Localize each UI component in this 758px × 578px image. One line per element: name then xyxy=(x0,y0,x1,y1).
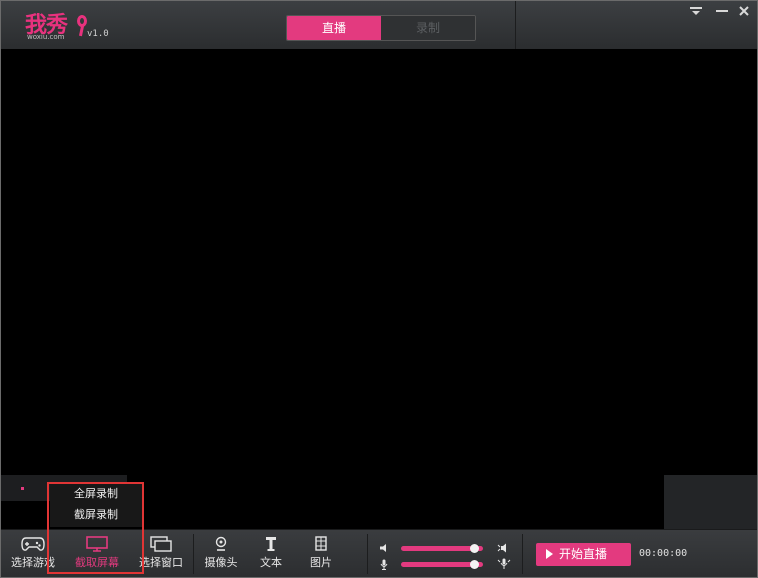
version-label: v1.0 xyxy=(87,29,109,39)
mic-volume-knob[interactable] xyxy=(470,560,479,569)
title-bar[interactable]: 我秀 woxiu.com v1.0 直播 录制 xyxy=(1,1,757,49)
speaker-icon xyxy=(380,544,386,552)
text-icon xyxy=(266,537,276,551)
title-divider xyxy=(515,1,516,49)
camera-button[interactable]: 摄像头 xyxy=(197,536,245,576)
bottom-toolbar: 选择游戏 截取屏幕 选择窗口 摄像头 文本 图片 开始直播 00:00:00 xyxy=(1,529,757,577)
toolbar-divider xyxy=(367,534,368,574)
toolbar-divider xyxy=(193,534,194,574)
speaker-volume-knob[interactable] xyxy=(470,544,479,553)
text-label: 文本 xyxy=(260,556,282,569)
select-game-label: 选择游戏 xyxy=(11,556,55,569)
capture-screen-menu: 全屏录制 截屏录制 xyxy=(50,483,142,527)
strip-side-panel xyxy=(664,475,757,529)
gamepad-icon xyxy=(21,537,45,551)
speaker-mute-icon[interactable] xyxy=(497,542,511,554)
play-icon xyxy=(546,549,553,559)
toolbar-divider xyxy=(522,534,523,574)
image-label: 图片 xyxy=(310,556,332,569)
webcam-icon xyxy=(215,536,227,551)
select-window-label: 选择窗口 xyxy=(139,556,183,569)
monitor-icon xyxy=(86,536,108,552)
mode-tabs: 直播 录制 xyxy=(286,15,476,41)
close-icon[interactable] xyxy=(736,5,752,21)
app-logo: 我秀 woxiu.com xyxy=(25,7,87,45)
live-timer: 00:00:00 xyxy=(639,548,688,559)
menu-item-fullscreen-record[interactable]: 全屏录制 xyxy=(50,483,142,504)
menu-item-region-record[interactable]: 截屏录制 xyxy=(50,504,142,525)
text-button[interactable]: 文本 xyxy=(247,536,295,576)
capture-screen-label: 截取屏幕 xyxy=(75,556,119,569)
dropdown-menu-icon[interactable] xyxy=(688,5,704,21)
select-game-button[interactable]: 选择游戏 xyxy=(9,536,57,576)
mic-mute-icon[interactable] xyxy=(497,558,511,570)
source-indicator xyxy=(21,487,24,490)
tab-live[interactable]: 直播 xyxy=(287,16,381,40)
mic-volume-slider[interactable] xyxy=(401,560,483,569)
video-preview[interactable] xyxy=(1,49,757,475)
microphone-icon xyxy=(380,559,388,570)
start-live-button[interactable]: 开始直播 xyxy=(536,543,631,566)
image-icon xyxy=(315,536,327,551)
minimize-icon[interactable] xyxy=(714,5,730,21)
image-button[interactable]: 图片 xyxy=(297,536,345,576)
select-window-button[interactable]: 选择窗口 xyxy=(137,536,185,576)
logo-domain: woxiu.com xyxy=(27,33,65,41)
windows-icon xyxy=(150,536,172,552)
logo-mic-stem xyxy=(78,25,85,37)
start-live-label: 开始直播 xyxy=(559,547,608,561)
speaker-volume-slider[interactable] xyxy=(401,544,483,553)
capture-screen-button[interactable]: 截取屏幕 xyxy=(73,536,121,576)
tab-record[interactable]: 录制 xyxy=(381,16,475,40)
camera-label: 摄像头 xyxy=(204,556,238,569)
